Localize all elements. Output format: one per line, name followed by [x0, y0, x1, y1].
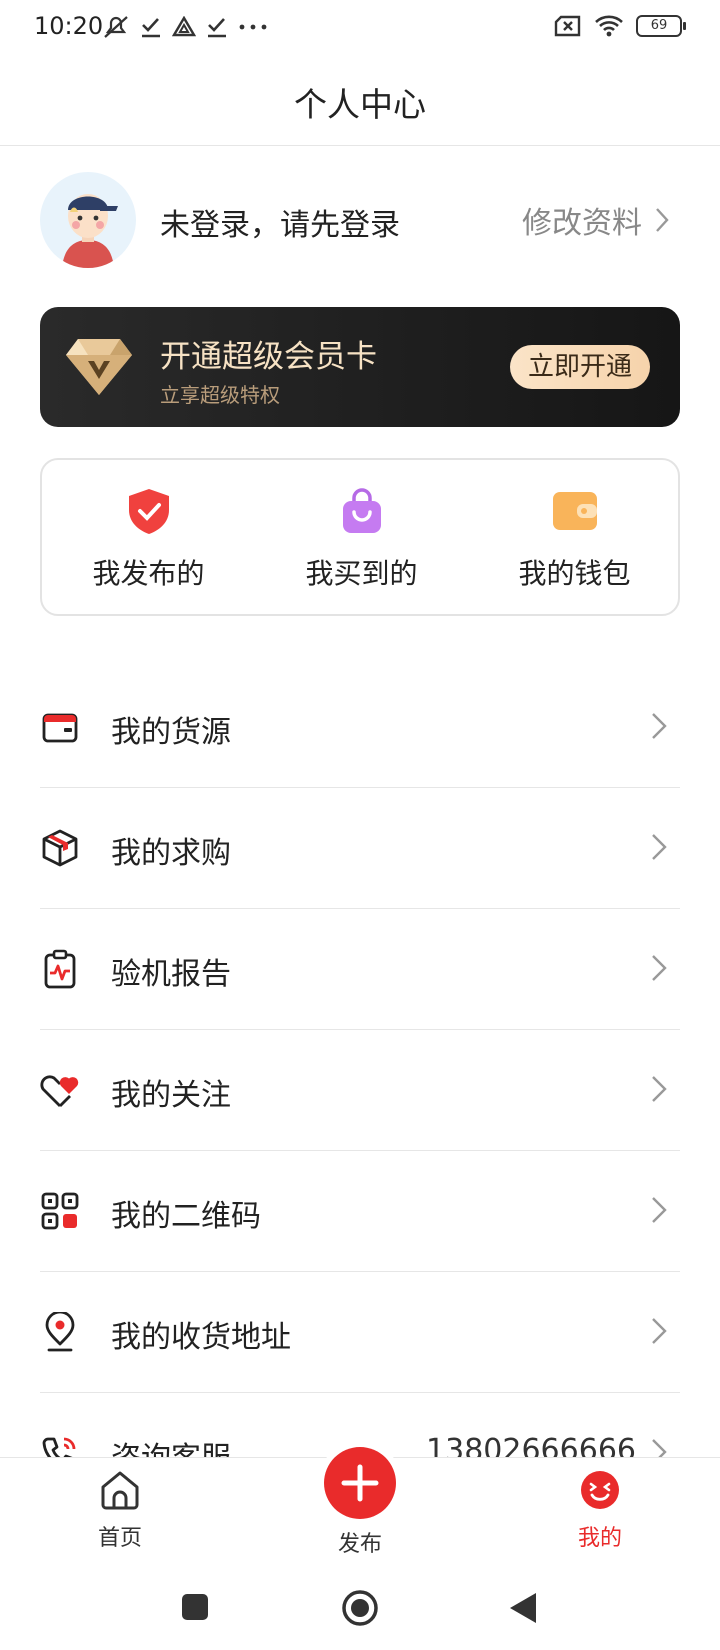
menu-item-label: 我的收货地址	[111, 1320, 291, 1355]
triangle-app-icon	[172, 16, 196, 37]
check-download-icon	[208, 18, 226, 38]
menu-item-label: 我的二维码	[111, 1199, 261, 1234]
menu-item-label: 我的货源	[111, 715, 231, 750]
home-icon	[101, 1471, 139, 1510]
status-bar: 10:20 69	[0, 0, 720, 56]
publish-button[interactable]	[324, 1447, 396, 1519]
chevron-right-icon	[652, 955, 667, 981]
box-icon	[42, 829, 78, 867]
qrcode-icon	[41, 1192, 79, 1230]
status-time: 10:20	[34, 12, 104, 40]
menu-item-address[interactable]: 我的收货地址	[40, 1272, 680, 1393]
page-header: 个人中心	[0, 56, 720, 146]
status-icons-left	[102, 14, 268, 40]
vip-subtitle: 立享超级特权	[160, 383, 280, 407]
menu-list: 我的货源 我的求购 验机报告 我的关注 我的二维码 我的收货地址 1380266…	[40, 667, 680, 1514]
quick-item-bought[interactable]: 我买到的	[255, 460, 468, 618]
chevron-right-icon	[652, 1197, 667, 1223]
chevron-right-icon	[652, 1076, 667, 1102]
vip-card[interactable]: 开通超级会员卡 立享超级特权 立即开通	[40, 307, 680, 427]
open-vip-button[interactable]: 立即开通	[510, 345, 650, 389]
login-prompt[interactable]: 未登录，请先登录	[160, 200, 400, 244]
nav-home[interactable]: 首页	[40, 1458, 200, 1573]
status-icons-right: 69	[554, 14, 686, 38]
system-nav-bar	[0, 1572, 720, 1650]
menu-item-inspection-report[interactable]: 验机报告	[40, 909, 680, 1030]
menu-item-label: 我的关注	[111, 1078, 231, 1113]
more-dots-icon	[239, 24, 267, 30]
wallet-icon	[553, 492, 597, 530]
quick-item-wallet[interactable]: 我的钱包	[468, 460, 681, 618]
heart-tag-icon	[40, 1075, 79, 1107]
nav-home-label: 首页	[97, 1526, 142, 1551]
smiley-face-icon	[581, 1471, 619, 1509]
quick-actions-panel: 我发布的 我买到的 我的钱包	[40, 458, 680, 616]
back-button-icon[interactable]	[506, 1590, 540, 1626]
chevron-right-icon	[656, 208, 669, 232]
publish-label: 发布	[337, 1532, 382, 1557]
vip-title: 开通超级会员卡	[160, 339, 377, 375]
menu-item-label: 我的求购	[111, 836, 231, 871]
quick-item-label: 我买到的	[305, 557, 418, 590]
quick-item-label: 我发布的	[92, 557, 205, 590]
menu-item-purchase-request[interactable]: 我的求购	[40, 788, 680, 909]
page-title: 个人中心	[294, 85, 426, 124]
shopping-bag-icon	[343, 488, 381, 533]
menu-item-qrcode[interactable]: 我的二维码	[40, 1151, 680, 1272]
menu-item-label: 验机报告	[111, 957, 231, 992]
battery-icon: 69	[636, 15, 686, 37]
menu-item-supply[interactable]: 我的货源	[40, 667, 680, 788]
wallet-card-icon	[42, 713, 78, 743]
recent-apps-icon[interactable]	[178, 1590, 212, 1624]
menu-item-follows[interactable]: 我的关注	[40, 1030, 680, 1151]
plus-icon	[341, 1464, 379, 1502]
avatar[interactable]	[40, 172, 136, 268]
mute-icon	[104, 16, 128, 38]
location-pin-icon	[45, 1312, 75, 1352]
clipboard-report-icon	[44, 949, 76, 989]
shield-check-icon	[129, 489, 169, 534]
wifi-icon	[595, 15, 623, 37]
edit-profile-label: 修改资料	[522, 206, 642, 241]
chevron-right-icon	[652, 713, 667, 739]
home-button-icon[interactable]	[340, 1590, 380, 1630]
chevron-right-icon	[652, 834, 667, 860]
nav-mine-label: 我的	[577, 1526, 622, 1551]
quick-item-published[interactable]: 我发布的	[42, 460, 255, 618]
nav-mine[interactable]: 我的	[520, 1458, 680, 1573]
check-download-icon	[142, 18, 160, 38]
sim-off-icon	[554, 15, 581, 37]
edit-profile-link[interactable]: 修改资料	[522, 198, 670, 242]
profile-row[interactable]: 未登录，请先登录 修改资料	[40, 172, 680, 268]
diamond-icon	[66, 339, 132, 395]
avatar-illustration-icon	[62, 194, 118, 268]
chevron-right-icon	[652, 1318, 667, 1344]
quick-item-label: 我的钱包	[518, 557, 631, 590]
